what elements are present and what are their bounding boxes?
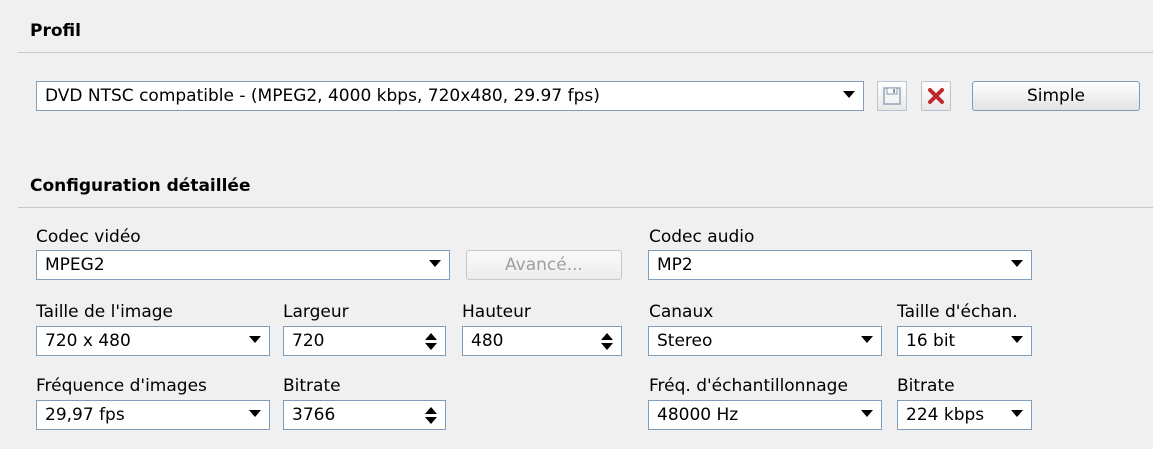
sample-rate-value: 48000 Hz bbox=[657, 405, 739, 425]
height-spinbox[interactable]: 480 bbox=[462, 326, 622, 356]
spin-up-icon[interactable] bbox=[425, 407, 437, 414]
audio-codec-value: MP2 bbox=[657, 255, 693, 275]
save-icon bbox=[883, 87, 901, 105]
simple-button[interactable]: Simple bbox=[972, 81, 1140, 111]
chevron-down-icon bbox=[429, 260, 441, 267]
profile-select-value: DVD NTSC compatible - (MPEG2, 4000 kbps,… bbox=[45, 86, 600, 106]
height-label: Hauteur bbox=[462, 302, 531, 322]
detail-divider bbox=[18, 207, 1153, 208]
spin-down-icon[interactable] bbox=[425, 417, 437, 424]
sample-rate-select[interactable]: 48000 Hz bbox=[648, 400, 882, 430]
advanced-button[interactable]: Avancé... bbox=[466, 250, 622, 280]
video-bitrate-spinbox[interactable]: 3766 bbox=[283, 400, 446, 430]
chevron-down-icon bbox=[1011, 260, 1023, 267]
audio-bitrate-value: 224 kbps bbox=[906, 405, 985, 425]
spin-up-icon[interactable] bbox=[425, 333, 437, 340]
image-size-label: Taille de l'image bbox=[36, 302, 174, 322]
chevron-down-icon bbox=[861, 410, 873, 417]
profile-section-title: Profil bbox=[30, 21, 81, 41]
chevron-down-icon bbox=[249, 336, 261, 343]
sample-size-value: 16 bit bbox=[906, 331, 956, 351]
image-size-value: 720 x 480 bbox=[45, 331, 131, 351]
chevron-down-icon bbox=[249, 410, 261, 417]
width-label: Largeur bbox=[283, 302, 349, 322]
video-bitrate-label: Bitrate bbox=[283, 376, 341, 396]
video-codec-label: Codec vidéo bbox=[36, 227, 141, 247]
image-size-select[interactable]: 720 x 480 bbox=[36, 326, 270, 356]
video-bitrate-value: 3766 bbox=[292, 405, 336, 425]
chevron-down-icon bbox=[861, 336, 873, 343]
sample-size-select[interactable]: 16 bit bbox=[897, 326, 1032, 356]
chevron-down-icon bbox=[1011, 336, 1023, 343]
width-value: 720 bbox=[292, 331, 325, 351]
profile-divider bbox=[18, 52, 1153, 53]
width-spinbox[interactable]: 720 bbox=[283, 326, 446, 356]
audio-bitrate-label: Bitrate bbox=[897, 376, 955, 396]
chevron-down-icon bbox=[1011, 410, 1023, 417]
spin-down-icon[interactable] bbox=[601, 343, 613, 350]
audio-bitrate-select[interactable]: 224 kbps bbox=[897, 400, 1032, 430]
audio-codec-select[interactable]: MP2 bbox=[648, 250, 1032, 280]
video-codec-select[interactable]: MPEG2 bbox=[36, 250, 450, 280]
chevron-down-icon bbox=[843, 91, 855, 98]
height-value: 480 bbox=[471, 331, 504, 351]
frame-rate-label: Fréquence d'images bbox=[36, 376, 207, 396]
profile-select[interactable]: DVD NTSC compatible - (MPEG2, 4000 kbps,… bbox=[36, 81, 864, 111]
channels-label: Canaux bbox=[649, 302, 714, 322]
channels-value: Stereo bbox=[657, 331, 713, 351]
save-profile-button[interactable] bbox=[877, 81, 907, 111]
frame-rate-select[interactable]: 29,97 fps bbox=[36, 400, 270, 430]
video-codec-value: MPEG2 bbox=[45, 255, 105, 275]
spin-up-icon[interactable] bbox=[601, 333, 613, 340]
spin-down-icon[interactable] bbox=[425, 343, 437, 350]
delete-profile-button[interactable] bbox=[921, 81, 951, 111]
sample-rate-label: Fréq. d'échantillonnage bbox=[649, 376, 848, 396]
detail-section-title: Configuration détaillée bbox=[30, 176, 251, 196]
audio-codec-label: Codec audio bbox=[649, 227, 755, 247]
sample-size-label: Taille d'échan. bbox=[897, 302, 1018, 322]
delete-x-icon bbox=[928, 88, 944, 104]
frame-rate-value: 29,97 fps bbox=[45, 405, 125, 425]
channels-select[interactable]: Stereo bbox=[648, 326, 882, 356]
